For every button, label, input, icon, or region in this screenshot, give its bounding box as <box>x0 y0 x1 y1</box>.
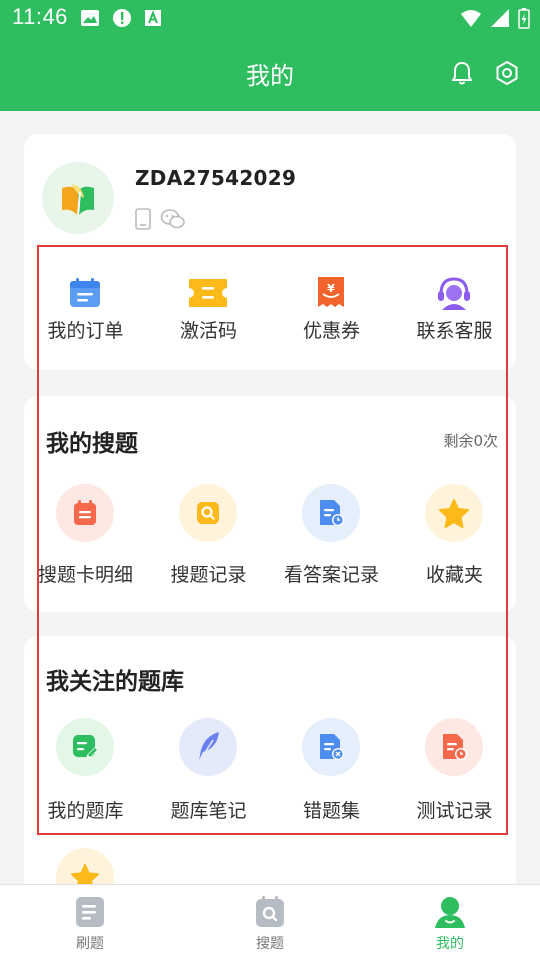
customer-service-icon <box>425 264 483 322</box>
favorites-button[interactable]: 收藏夹 <box>393 484 516 586</box>
wechat-icon <box>160 209 185 229</box>
tab-practice-label: 刷题 <box>76 936 104 952</box>
battery-icon <box>518 8 530 29</box>
image-icon <box>81 10 99 26</box>
font-a-icon <box>145 10 161 26</box>
customer-service-label: 联系客服 <box>416 320 493 342</box>
test-record-button[interactable]: 测试记录 <box>393 718 516 822</box>
profile-icon <box>435 897 465 928</box>
library-notes-button[interactable]: 题库笔记 <box>147 718 270 822</box>
search-section-card: 我的搜题 剩余0次 搜题卡明细 搜题记录 看答案记录 收藏夹 <box>24 396 516 612</box>
gear-icon[interactable] <box>494 60 520 86</box>
tab-profile[interactable]: 我的 <box>360 885 540 960</box>
test-record-label: 测试记录 <box>416 800 493 822</box>
search-record-button[interactable]: 搜题记录 <box>147 484 270 586</box>
phone-bound-icon <box>135 208 151 230</box>
username: ZDA27542029 <box>135 166 297 190</box>
library-section-card: 我关注的题库 我的题库 题库笔记 错题集 测试记录 <box>24 636 516 906</box>
wifi-icon <box>461 10 481 27</box>
profile-actions: 我的订单 激活码 ¥ 优惠券 联系客服 <box>24 264 516 364</box>
practice-icon <box>76 897 104 927</box>
activation-code-button[interactable]: 激活码 <box>147 264 270 364</box>
app-logo-icon <box>62 184 94 217</box>
search-section-title: 我的搜题 <box>46 431 138 457</box>
library-section-items: 我的题库 题库笔记 错题集 测试记录 <box>24 718 516 822</box>
customer-service-button[interactable]: 联系客服 <box>393 264 516 364</box>
search-remaining: 剩余0次 <box>443 432 498 450</box>
coupon-icon: ¥ <box>302 264 360 322</box>
wrong-questions-icon <box>302 718 360 776</box>
bottom-nav: 刷题 搜题 我的 <box>0 884 540 960</box>
my-library-icon <box>56 718 114 776</box>
tab-search-label: 搜题 <box>256 936 284 952</box>
search-questions-icon <box>256 896 284 927</box>
status-notifications <box>80 8 162 28</box>
wrong-questions-button[interactable]: 错题集 <box>270 718 393 822</box>
answer-record-icon <box>302 484 360 542</box>
answer-record-button[interactable]: 看答案记录 <box>270 484 393 586</box>
app-header: 我的 <box>0 36 540 111</box>
status-time: 11:46 <box>12 4 68 29</box>
bell-icon[interactable] <box>450 60 474 86</box>
tab-search[interactable]: 搜题 <box>180 885 360 960</box>
my-library-button[interactable]: 我的题库 <box>24 718 147 822</box>
search-card-detail-button[interactable]: 搜题卡明细 <box>24 484 147 586</box>
status-bar: 11:46 <box>0 0 540 36</box>
tab-practice[interactable]: 刷题 <box>0 885 180 960</box>
search-record-icon <box>179 484 237 542</box>
status-system <box>460 7 530 29</box>
svg-text:¥: ¥ <box>327 282 335 295</box>
alert-icon <box>113 9 131 27</box>
test-record-icon <box>425 718 483 776</box>
order-button[interactable]: 我的订单 <box>24 264 147 364</box>
avatar[interactable] <box>42 162 114 234</box>
coupon-button[interactable]: ¥ 优惠券 <box>270 264 393 364</box>
activation-code-icon <box>179 264 237 322</box>
search-card-detail-icon <box>56 484 114 542</box>
profile-card: ZDA27542029 我的订单 激活码 ¥ 优惠券 联系客服 <box>24 134 516 370</box>
tab-profile-label: 我的 <box>436 936 464 952</box>
signal-icon <box>491 9 509 27</box>
favorites-star-icon <box>425 484 483 542</box>
favorites-label: 收藏夹 <box>425 564 483 586</box>
order-icon <box>56 264 114 322</box>
library-section-title: 我关注的题库 <box>46 669 184 695</box>
notes-feather-icon <box>179 718 237 776</box>
search-section-items: 搜题卡明细 搜题记录 看答案记录 收藏夹 <box>24 484 516 586</box>
